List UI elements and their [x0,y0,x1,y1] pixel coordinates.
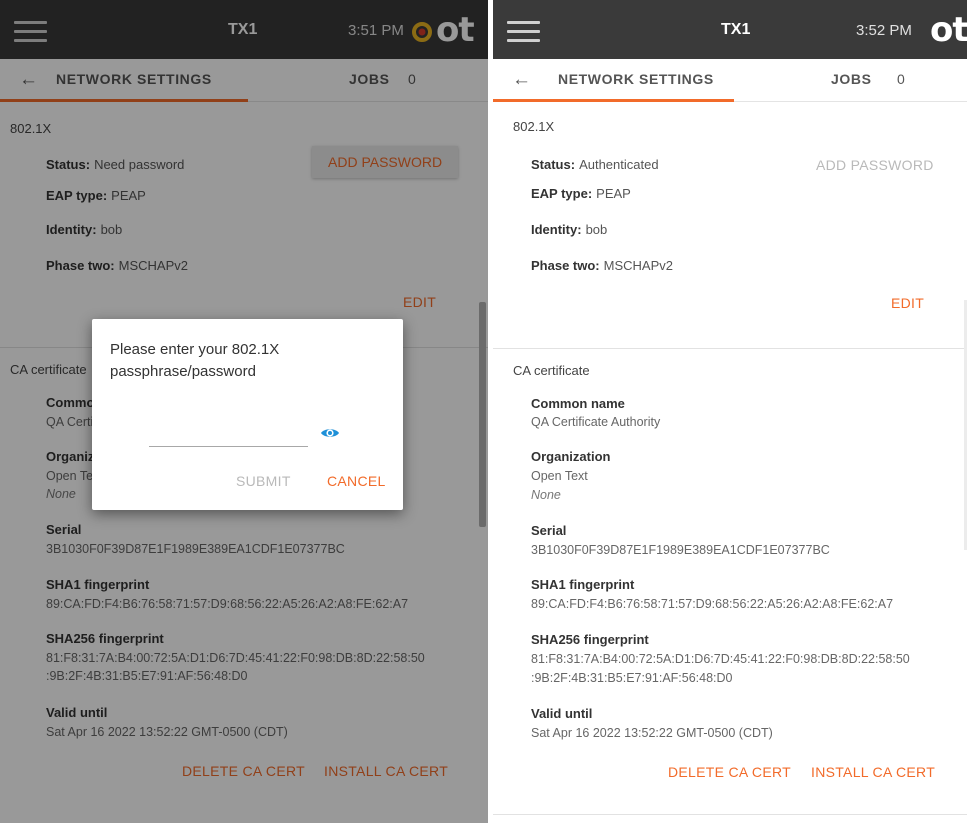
organization-value: Open Text [531,469,588,483]
status-value: Authenticated [579,157,659,172]
identity-label: Identity: [531,222,582,237]
password-dialog: Please enter your 802.1X passphrase/pass… [92,319,403,510]
sha256-label: SHA256 fingerprint [531,632,649,647]
add-password-button[interactable]: ADD PASSWORD [816,157,934,173]
identity-value: bob [585,222,608,237]
valid-until-value: Sat Apr 16 2022 13:52:22 GMT-0500 (CDT) [531,726,773,740]
dot1x-section-title: 802.1X [513,119,555,134]
sha256-value-line2: :9B:2F:4B:31:B5:E7:91:AF:56:48:D0 [531,671,733,685]
active-tab-indicator [493,99,734,102]
organization-unit-value: None [531,486,561,505]
section-divider-bottom [493,814,967,815]
ca-section-title: CA certificate [513,363,590,378]
password-input[interactable] [149,427,308,447]
eap-type-value: PEAP [596,186,631,201]
status-row: Status: Authenticated [531,157,659,172]
common-name-value: QA Certificate Authority [531,415,661,429]
edit-button[interactable]: EDIT [891,295,924,311]
sha256-value-line1: 81:F8:31:7A:B4:00:72:5A:D1:D6:7D:45:41:2… [531,652,910,666]
delete-ca-cert-button[interactable]: DELETE CA CERT [668,764,791,780]
jobs-label[interactable]: JOBS [831,71,872,87]
back-arrow-icon[interactable]: ← [512,69,531,91]
submit-button[interactable]: SUBMIT [236,473,291,489]
serial-label: Serial [531,523,567,538]
clock: 3:52 PM [856,22,912,39]
phase-two-label: Phase two: [531,258,600,273]
status-label: Status: [531,157,576,172]
nav-bar: ← NETWORK SETTINGS JOBS 0 [493,59,967,102]
scrollbar-thumb[interactable] [479,302,486,527]
jobs-count: 0 [897,71,905,87]
top-bar: TX1 3:52 PM ot [493,0,967,59]
ot-logo: ot [930,10,967,50]
identity-row: Identity: bob [531,222,607,237]
sha1-value: 89:CA:FD:F4:B6:76:58:71:57:D9:68:56:22:A… [531,597,894,611]
hamburger-menu-icon[interactable] [507,21,540,43]
section-divider [493,348,967,349]
eap-type-row: EAP type: PEAP [531,186,631,201]
show-password-eye-icon[interactable] [320,423,340,443]
install-ca-cert-button[interactable]: INSTALL CA CERT [811,764,935,780]
phase-two-row: Phase two: MSCHAPv2 [531,258,673,273]
organization-unit-text: None [531,488,561,502]
common-name-label: Common name [531,396,625,411]
serial-value: 3B1030F0F39D87E1F1989E389EA1CDF1E07377BC [531,543,830,557]
eap-type-label: EAP type: [531,186,593,201]
valid-until-label: Valid until [531,706,593,721]
phase-two-value: MSCHAPv2 [603,258,673,273]
left-screen: TX1 3:51 PM ot ← NETWORK SETTINGS JOBS 0… [0,0,488,823]
tab-network-settings[interactable]: NETWORK SETTINGS [558,71,714,87]
right-screen: TX1 3:52 PM ot ← NETWORK SETTINGS JOBS 0… [493,0,967,823]
sha1-label: SHA1 fingerprint [531,577,635,592]
device-title: TX1 [721,21,751,38]
cancel-button[interactable]: CANCEL [327,473,386,489]
dialog-message: Please enter your 802.1X passphrase/pass… [110,341,280,380]
organization-label: Organization [531,449,611,464]
